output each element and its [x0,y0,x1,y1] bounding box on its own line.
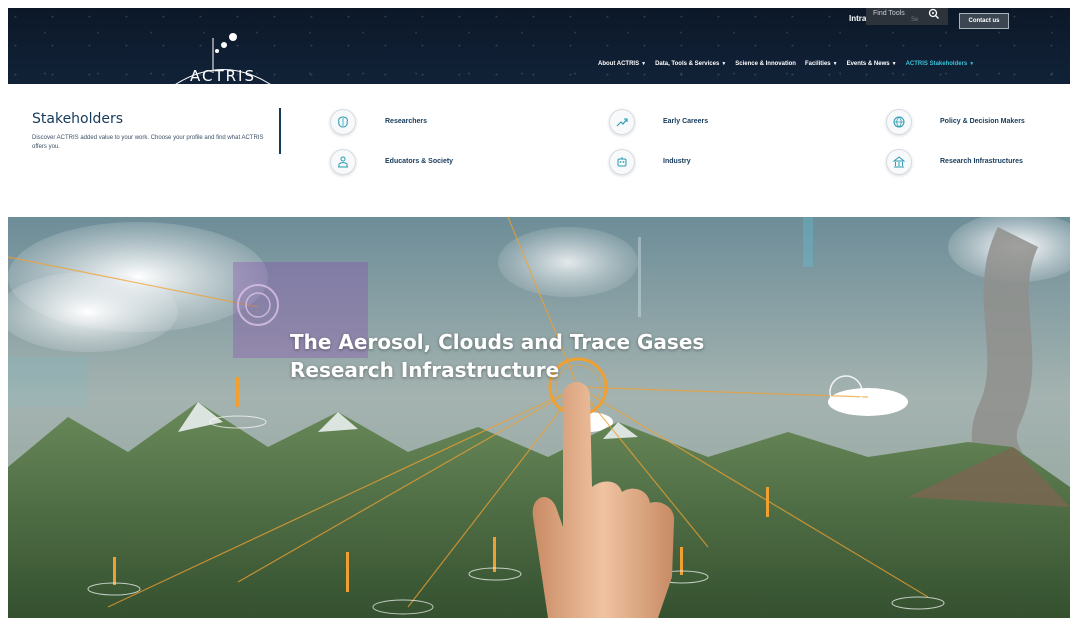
find-tools-sub: Se [911,17,919,23]
stakeholder-label-policy[interactable]: Policy & Decision Makers [940,118,1025,125]
chevron-down-icon: ▼ [641,61,647,67]
hero-banner: The Aerosol, Clouds and Trace Gases Rese… [8,217,1070,618]
mega-menu-description: Discover ACTRIS added value to your work… [32,135,264,150]
nav-data-tools-services[interactable]: Data, Tools & Services ▼ [655,61,726,67]
hero-illustration [8,217,1070,618]
mega-menu-title: Stakeholders [32,111,124,127]
intranet-link[interactable]: Intra [849,14,866,23]
nav-events-news[interactable]: Events & News ▼ [847,61,897,67]
chevron-down-icon: ▼ [721,61,727,67]
nav-science-innovation[interactable]: Science & Innovation [735,61,796,67]
top-navigation-bar: ACTRIS Intra t Find Tools Se Contact us … [8,8,1070,84]
stakeholder-policy[interactable] [886,109,912,135]
actris-logo[interactable]: ACTRIS [168,28,278,84]
chevron-down-icon: ▼ [891,61,897,67]
stakeholders-mega-menu: Stakeholders Discover ACTRIS added value… [8,84,1070,217]
stakeholder-label-industry[interactable]: Industry [663,158,691,165]
hero-title-line-1: The Aerosol, Clouds and Trace Gases [290,330,705,354]
find-tools-label: Find Tools [873,10,905,17]
stakeholder-early-careers[interactable] [609,109,635,135]
nav-actris-stakeholders[interactable]: ACTRIS Stakeholders ▼ [906,61,975,67]
logo-text: ACTRIS [190,67,257,84]
find-tools-tooltip: Find Tools Se [866,8,948,25]
chevron-down-icon: ▼ [832,61,838,67]
stakeholder-research-infrastructures[interactable] [886,149,912,175]
building-icon [886,149,912,175]
nav-facilities[interactable]: Facilities ▼ [805,61,838,67]
stakeholder-label-educators[interactable]: Educators & Society [385,158,453,165]
main-nav: About ACTRIS ▼ Data, Tools & Services ▼ Sc… [598,61,983,67]
robot-icon [609,149,635,175]
hero-title-line-2: Research Infrastructure [290,358,560,382]
stakeholder-label-researchers[interactable]: Researchers [385,118,427,125]
hero-title: The Aerosol, Clouds and Trace Gases Rese… [290,328,704,384]
stakeholder-label-research-infrastructures[interactable]: Research Infrastructures [940,158,1023,165]
contact-us-button[interactable]: Contact us [959,13,1009,29]
stakeholder-label-early-careers[interactable]: Early Careers [663,118,708,125]
stakeholder-industry[interactable] [609,149,635,175]
nav-about-actris[interactable]: About ACTRIS ▼ [598,61,646,67]
globe-icon [886,109,912,135]
chevron-down-icon: ▼ [969,61,975,67]
brain-icon [330,109,356,135]
growth-icon [609,109,635,135]
divider [279,108,281,154]
people-icon [330,149,356,175]
stakeholder-researchers[interactable] [330,109,356,135]
stakeholder-educators[interactable] [330,149,356,175]
search-icon[interactable] [928,8,940,20]
